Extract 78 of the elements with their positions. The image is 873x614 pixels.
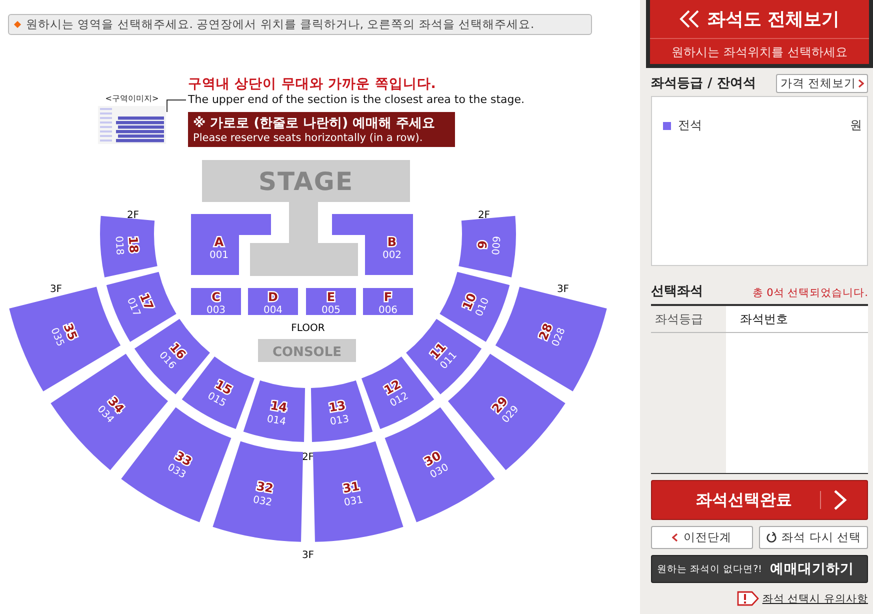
- seat-section[interactable]: [310, 380, 373, 442]
- caution-link[interactable]: 좌석 선택시 유의사항: [762, 592, 868, 606]
- note-subtitle: Please reserve seats horizontally (in a row).: [193, 132, 424, 144]
- seat-section[interactable]: [406, 318, 482, 394]
- section-code: 004: [263, 305, 283, 316]
- section-number: 18: [126, 236, 141, 254]
- header-title: 좌석도 전체보기: [707, 8, 840, 31]
- section-code: 002: [382, 250, 402, 261]
- waitlist-button[interactable]: 원하는 좌석이 없다면?! 예매대기하기: [651, 555, 868, 583]
- leader-line: [166, 98, 186, 112]
- grade-name: 전석: [678, 117, 703, 134]
- section-code: 028: [550, 326, 568, 348]
- section-number: 9: [475, 240, 490, 250]
- section-code: 013: [329, 414, 350, 428]
- seat-section[interactable]: [440, 272, 510, 342]
- section-code: 003: [206, 305, 226, 316]
- console-label: CONSOLE: [272, 345, 342, 360]
- seat-section[interactable]: [332, 214, 413, 275]
- header-banner[interactable]: 좌석도 전체보기 원하시는 좌석위치를 선택하세요: [646, 0, 873, 68]
- double-chevron-icon: [679, 9, 702, 29]
- seat-section[interactable]: [191, 214, 271, 275]
- section-code: 001: [209, 250, 229, 261]
- grade-price: 원: [850, 117, 862, 134]
- section-letter: E: [326, 290, 336, 304]
- section-letter: A: [214, 235, 224, 249]
- section-code: 010: [474, 296, 492, 318]
- section-title: 좌석등급 / 잔여석: [651, 75, 756, 92]
- seat-section[interactable]: [243, 380, 306, 442]
- selection-summary: 총 0석 선택되었습니다.: [752, 286, 868, 300]
- section-letter: D: [268, 290, 278, 304]
- seat-section[interactable]: [306, 288, 356, 315]
- bullet-icon: [14, 20, 22, 28]
- section-number: 13: [328, 398, 347, 415]
- section-code: 018: [112, 236, 125, 256]
- level-label: 2F: [478, 210, 490, 221]
- level-label: 3F: [556, 284, 570, 295]
- chevron-left-icon: [672, 533, 678, 542]
- section-number: 31: [342, 479, 361, 496]
- section-title: 선택좌석: [651, 283, 703, 300]
- section-letter: F: [384, 290, 392, 304]
- seat-section[interactable]: [106, 272, 176, 342]
- column-header: 좌석번호: [739, 310, 788, 328]
- notice-text: 원하시는 영역을 선택해주세요. 공연장에서 위치를 클릭하거나, 오른쪽의 좌석을 선택해주세요.: [26, 17, 534, 32]
- column-header: 좌석등급: [654, 310, 704, 328]
- section-code: 031: [343, 494, 364, 509]
- seat-section[interactable]: [134, 318, 210, 394]
- level-label: 3F: [302, 550, 314, 561]
- alert-icon: [737, 591, 760, 606]
- legend-title: 구역내 상단이 무대와 가까운 쪽입니다.: [188, 75, 437, 93]
- reset-button[interactable]: 좌석 다시 선택: [758, 526, 868, 549]
- seat-section[interactable]: [363, 288, 413, 315]
- section-number: 32: [255, 479, 274, 496]
- level-label: 2F: [126, 210, 140, 221]
- previous-button[interactable]: 이전단계: [651, 526, 753, 549]
- section-letter: B: [387, 235, 397, 249]
- refresh-icon: [766, 532, 777, 543]
- section-letter: C: [212, 290, 220, 304]
- section-number: 14: [269, 398, 288, 415]
- image-label: <구역이미지>: [105, 93, 159, 104]
- header-subtitle: 원하시는 좌석위치를 선택하세요: [670, 44, 848, 61]
- section-code: 014: [266, 414, 287, 428]
- chevron-right-icon: [858, 78, 864, 88]
- section-code: 006: [378, 305, 398, 316]
- seat-section[interactable]: [248, 288, 298, 315]
- stage-label: STAGE: [258, 167, 354, 196]
- level-label: 2F: [302, 452, 314, 463]
- price-button[interactable]: 가격 전체보기: [776, 74, 868, 92]
- chevron-right-icon: [833, 489, 847, 511]
- section-code: 005: [321, 305, 341, 316]
- seat-section[interactable]: [191, 288, 241, 315]
- note-title: ※ 가로로 (한줄로 나란히) 예매해 주세요: [193, 115, 436, 132]
- seat-grid-drawing: [98, 106, 166, 144]
- section-code: 009: [491, 236, 504, 256]
- level-label: 3F: [50, 284, 62, 295]
- floor-label: FLOOR: [291, 323, 325, 334]
- section-code: 032: [252, 494, 273, 509]
- complete-button[interactable]: 좌석선택완료: [651, 480, 868, 520]
- legend-subtitle: The upper end of the section is the closest area to the stage.: [188, 93, 525, 106]
